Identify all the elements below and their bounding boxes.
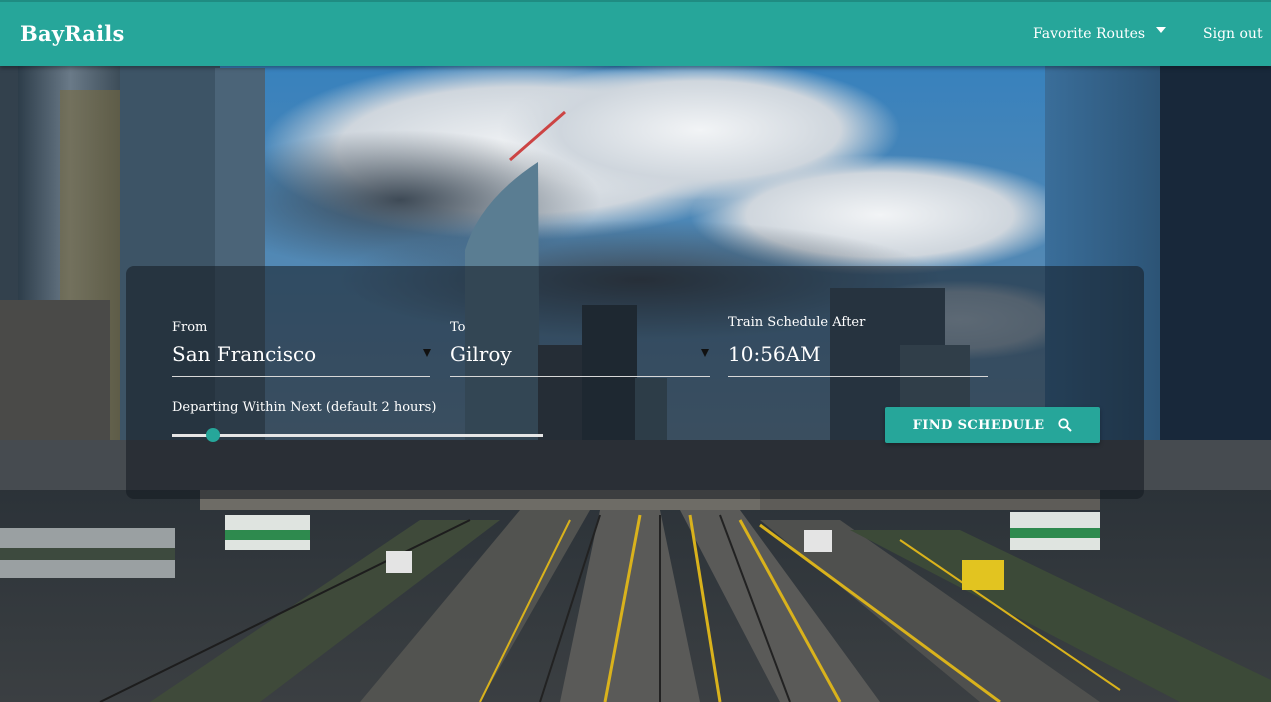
to-underline [450,376,710,377]
favorite-routes-link[interactable]: Favorite Routes [1033,26,1145,42]
sign-out-link[interactable]: Sign out [1203,26,1263,42]
find-schedule-label: FIND SCHEDULE [912,417,1045,433]
from-label: From [172,320,208,335]
to-value: Gilroy [450,342,512,366]
from-select[interactable]: San Francisco [172,336,436,376]
range-slider-track[interactable] [172,434,543,437]
navbar: BayRails Favorite Routes Sign out [0,0,1271,66]
from-underline [172,376,430,377]
range-slider-thumb[interactable] [205,428,220,442]
time-label: Train Schedule After [728,315,866,330]
dropdown-arrow-icon [701,349,709,357]
time-underline [728,376,988,377]
from-value: San Francisco [172,342,317,366]
find-schedule-button[interactable]: FIND SCHEDULE [885,407,1100,443]
time-input[interactable]: 10:56AM [728,342,821,366]
brand-logo[interactable]: BayRails [20,21,124,46]
search-icon [1058,418,1073,432]
chevron-down-icon[interactable] [1156,27,1166,33]
to-select[interactable]: Gilroy [450,336,714,376]
to-label: To [450,320,466,335]
dropdown-arrow-icon [423,349,431,357]
range-label: Departing Within Next (default 2 hours) [172,400,437,415]
schedule-search-panel: From San Francisco To Gilroy Train Sched… [126,266,1144,499]
